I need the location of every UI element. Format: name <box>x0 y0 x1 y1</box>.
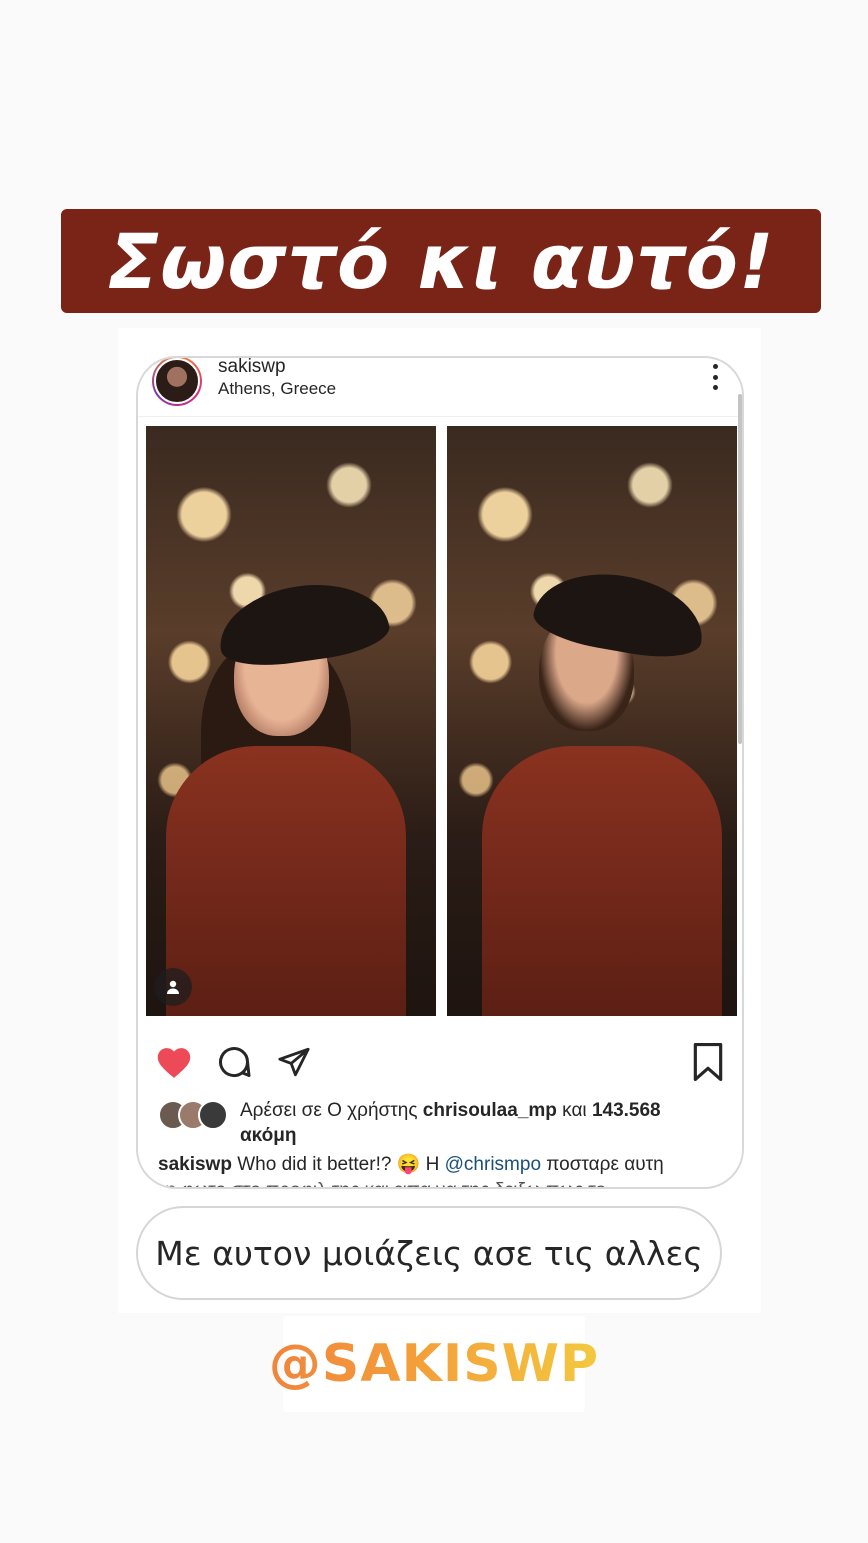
comment-icon[interactable] <box>214 1042 254 1082</box>
avatar[interactable] <box>152 358 202 406</box>
post-caption: sakiswp Who did it better!? 😝 Η @chrismp… <box>158 1154 664 1175</box>
mention-sticker-text: @SAKISWP <box>268 1334 600 1394</box>
post-photo-left[interactable] <box>146 426 436 1016</box>
post-username[interactable]: sakiswp <box>218 358 286 378</box>
story-headline: Σωστό κι αυτό! <box>61 209 821 313</box>
share-icon[interactable] <box>274 1042 314 1082</box>
headline-text: Σωστό κι αυτό! <box>107 216 775 306</box>
caption-mention[interactable]: @chrismpo <box>445 1154 541 1175</box>
caption-second-line: τη φωτο στο προφιλ της και ειπα να της δ… <box>158 1178 728 1187</box>
reply-bubble: Με αυτον μοιάζεις ασε τις αλλες <box>136 1206 722 1300</box>
likes-count-text: Αρέσει σε Ο χρήστης chrisoulaa_mp και 14… <box>240 1100 661 1146</box>
instagram-post-screenshot: sakiswp Athens, Greece Αρέσει σε Ο χρήστ… <box>136 356 744 1189</box>
post-location[interactable]: Athens, Greece <box>218 379 336 399</box>
person-tag-icon[interactable] <box>154 968 192 1006</box>
post-actions <box>138 1042 742 1086</box>
caption-username[interactable]: sakiswp <box>158 1154 232 1175</box>
post-photo-right[interactable] <box>447 426 737 1016</box>
more-vertical-icon[interactable] <box>712 364 718 390</box>
heart-filled-icon[interactable] <box>154 1042 194 1082</box>
scrollbar[interactable] <box>738 394 742 744</box>
likes-count[interactable]: 143.568 <box>592 1100 661 1121</box>
post-header: sakiswp Athens, Greece <box>138 358 742 417</box>
liker-avatars[interactable] <box>158 1098 230 1130</box>
reply-text: Με αυτον μοιάζεις ασε τις αλλες <box>155 1233 703 1273</box>
liker-username[interactable]: chrisoulaa_mp <box>423 1100 557 1121</box>
mention-sticker[interactable]: @SAKISWP <box>269 1316 598 1412</box>
bookmark-icon[interactable] <box>688 1042 728 1082</box>
